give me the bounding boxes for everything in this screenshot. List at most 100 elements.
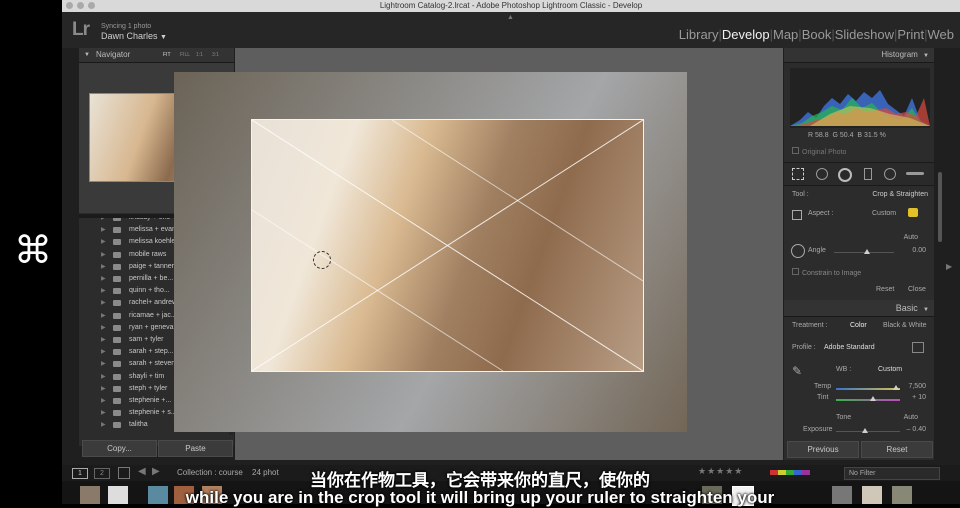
histogram-graph[interactable]	[790, 68, 930, 128]
disclosure-triangle-icon[interactable]: ▶	[101, 273, 106, 285]
straighten-cursor-icon	[313, 251, 331, 269]
zoom-fill[interactable]: FILL	[180, 48, 190, 62]
module-print[interactable]: Print	[897, 27, 924, 42]
reset-button[interactable]: Reset	[861, 441, 933, 458]
tint-slider-thumb[interactable]	[870, 396, 876, 401]
disclosure-triangle-icon[interactable]: ▶	[101, 218, 106, 224]
tool-name: Crop & Straighten	[872, 191, 928, 198]
collection-name: ricamae + jac...	[129, 311, 177, 319]
disclosure-triangle-icon[interactable]: ▶	[101, 322, 106, 334]
aspect-value[interactable]: Custom	[872, 210, 896, 217]
crop-frame[interactable]	[251, 119, 644, 372]
crop-reset-button[interactable]: Reset	[876, 286, 894, 293]
red-eye-icon[interactable]	[838, 168, 852, 182]
zoom-3-1[interactable]: 3:1	[212, 48, 219, 62]
crop-close-button[interactable]: Close	[908, 286, 926, 293]
profile-browser-icon[interactable]	[912, 342, 924, 353]
module-develop[interactable]: Develop	[722, 27, 770, 42]
zoom-fit[interactable]: FIT	[163, 48, 171, 62]
spot-removal-icon[interactable]	[816, 168, 828, 180]
copy-button[interactable]: Copy...	[82, 440, 157, 457]
module-library[interactable]: Library	[679, 27, 719, 42]
collection-name: stephenie + s...	[129, 409, 177, 417]
disclosure-triangle-icon[interactable]: ▶	[101, 261, 106, 273]
straighten-tool-icon[interactable]	[791, 244, 805, 258]
disclosure-triangle-icon[interactable]: ▶	[101, 236, 106, 248]
top-panel-toggle-icon[interactable]: ▲	[507, 14, 514, 21]
navigator-header[interactable]: ▼ Navigator FIT FILL 1:1 3:1	[79, 48, 234, 63]
disclosure-triangle-icon[interactable]: ▶	[101, 249, 106, 261]
crop-grid-overlay	[252, 120, 643, 371]
right-panel-scrollbar[interactable]	[938, 172, 942, 242]
lock-icon[interactable]	[908, 208, 918, 217]
collection-icon	[113, 361, 121, 368]
tool-label: Tool :	[792, 191, 809, 198]
wb-value[interactable]: Custom	[878, 366, 902, 373]
disclosure-triangle-icon[interactable]: ▶	[101, 383, 106, 395]
command-key-icon: ⌘	[14, 230, 52, 272]
collapse-triangle-icon: ▼	[923, 307, 929, 313]
temp-label: Temp	[814, 383, 832, 390]
constrain-checkbox[interactable]: Constrain to Image	[792, 268, 861, 277]
minimize-window-button[interactable]	[77, 2, 84, 9]
radial-filter-icon[interactable]	[884, 168, 896, 180]
tool-strip	[784, 162, 934, 186]
graduated-filter-icon[interactable]	[864, 168, 872, 180]
previous-button[interactable]: Previous	[787, 441, 859, 458]
treatment-bw[interactable]: Black & White	[883, 322, 927, 329]
module-slideshow[interactable]: Slideshow	[835, 27, 894, 42]
tint-value[interactable]: + 10	[912, 394, 926, 401]
collection-icon	[113, 300, 121, 307]
exposure-slider[interactable]	[836, 431, 900, 432]
zoom-1-1[interactable]: 1:1	[196, 48, 203, 62]
disclosure-triangle-icon[interactable]: ▶	[101, 395, 106, 407]
exposure-slider-thumb[interactable]	[862, 428, 868, 433]
eyedropper-icon[interactable]: ✎	[792, 364, 806, 378]
right-panel-toggle-icon[interactable]: ▶	[946, 262, 952, 271]
temp-value[interactable]: 7,500	[908, 383, 926, 390]
collection-name: sarah + steven	[129, 360, 176, 368]
profile-value[interactable]: Adobe Standard	[824, 344, 875, 351]
user-name[interactable]: Dawn Charles ▼	[101, 31, 167, 41]
exposure-value[interactable]: – 0.40	[907, 426, 926, 433]
angle-auto-button[interactable]: Auto	[904, 234, 918, 241]
disclosure-triangle-icon[interactable]: ▶	[101, 285, 106, 297]
treatment-color[interactable]: Color	[850, 322, 867, 329]
angle-value[interactable]: 0.00	[912, 247, 926, 254]
temp-slider[interactable]	[836, 388, 900, 390]
collection-name: sarah + step...	[129, 348, 174, 356]
tint-label: Tint	[817, 394, 829, 401]
disclosure-triangle-icon[interactable]: ▶	[101, 224, 106, 236]
collection-icon	[113, 337, 121, 343]
disclosure-triangle-icon[interactable]: ▶	[101, 407, 106, 419]
basic-title: Basic	[895, 303, 918, 313]
disclosure-triangle-icon[interactable]: ▶	[101, 419, 106, 431]
aspect-lock-icon[interactable]	[792, 210, 802, 220]
module-book[interactable]: Book	[802, 27, 832, 42]
crop-tool-icon[interactable]	[792, 168, 804, 180]
disclosure-triangle-icon[interactable]: ▶	[101, 346, 106, 358]
disclosure-triangle-icon[interactable]: ▶	[101, 297, 106, 309]
original-photo-toggle[interactable]: Original Photo	[792, 147, 846, 156]
close-window-button[interactable]	[66, 2, 73, 9]
disclosure-triangle-icon[interactable]: ▶	[101, 310, 106, 322]
collection-icon	[113, 422, 121, 429]
tint-slider[interactable]	[836, 399, 900, 401]
angle-slider-thumb[interactable]	[864, 249, 870, 254]
checkbox-icon	[792, 268, 799, 275]
module-map[interactable]: Map	[773, 27, 798, 42]
temp-slider-thumb[interactable]	[893, 385, 899, 390]
histogram-header[interactable]: Histogram ▼	[784, 48, 934, 63]
basic-header[interactable]: Basic ▼	[784, 300, 934, 317]
paste-button[interactable]: Paste	[158, 440, 233, 457]
disclosure-triangle-icon[interactable]: ▶	[101, 358, 106, 370]
sync-status: Syncing 1 photo	[101, 23, 152, 30]
collection-name: quinn + tho...	[129, 287, 170, 295]
module-picker: Library | Develop | Map | Book | Slideshow | …	[678, 27, 955, 42]
disclosure-triangle-icon[interactable]: ▶	[101, 371, 106, 383]
adjustment-brush-icon[interactable]	[906, 172, 924, 175]
tone-auto-button[interactable]: Auto	[904, 414, 918, 421]
zoom-window-button[interactable]	[88, 2, 95, 9]
disclosure-triangle-icon[interactable]: ▶	[101, 334, 106, 346]
module-web[interactable]: Web	[928, 27, 955, 42]
